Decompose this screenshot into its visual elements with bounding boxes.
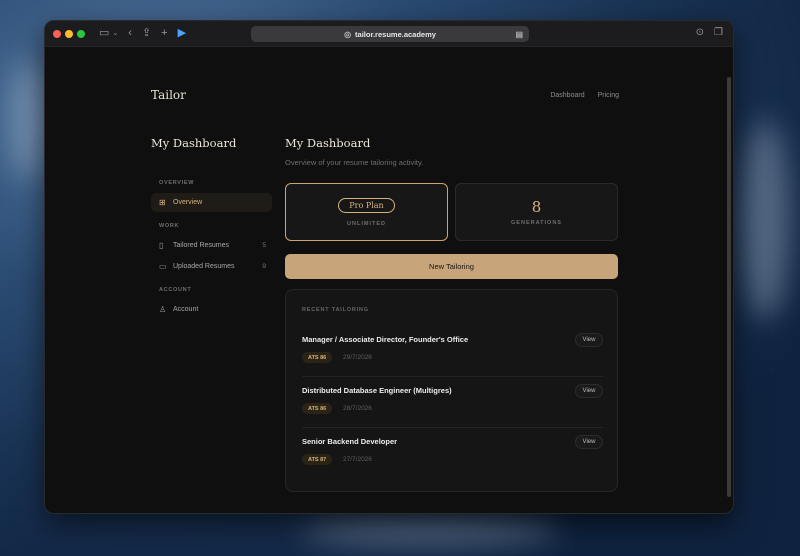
page-content: Tailor Dashboard Pricing My Dashboard OV… xyxy=(45,47,733,513)
scrollbar[interactable] xyxy=(727,77,731,497)
sidebar-item-label: Uploaded Resumes xyxy=(173,263,235,270)
view-button[interactable]: View xyxy=(575,435,603,449)
generations-card: 8 GENERATIONS xyxy=(455,183,618,241)
view-button[interactable]: View xyxy=(575,384,603,398)
document-icon: ▯ xyxy=(159,240,164,250)
section-label-account: ACCOUNT xyxy=(159,287,192,293)
sidebar-item-label: Overview xyxy=(173,199,203,206)
list-item: Senior Backend Developer ATS 87 27/7/202… xyxy=(302,432,603,480)
sidebar-item-overview[interactable]: ⊞ Overview xyxy=(151,193,272,212)
browser-toolbar: ▭ ⌄ ‹ ⇪ + ▶ ◎ tailor.resume.academy ▤ ⊙ … xyxy=(45,21,733,47)
list-item: Manager / Associate Director, Founder's … xyxy=(302,330,603,378)
sidebar-item-account[interactable]: ♙ Account xyxy=(151,300,272,319)
new-tab-icon[interactable]: + xyxy=(161,28,167,39)
plan-label: UNLIMITED xyxy=(347,220,386,227)
ats-badge: ATS 87 xyxy=(302,454,333,465)
share-icon[interactable]: ⇪ xyxy=(142,28,151,39)
tabs-overview-icon[interactable]: ❐ xyxy=(714,27,723,38)
generations-count: 8 xyxy=(531,198,542,216)
user-icon: ♙ xyxy=(159,304,167,314)
item-count: 5 xyxy=(262,242,266,249)
folder-icon: ▭ xyxy=(159,261,167,271)
chevron-down-icon[interactable]: ⌄ xyxy=(112,30,118,37)
generations-label: GENERATIONS xyxy=(511,220,562,226)
extension-icon[interactable]: ▶ xyxy=(178,28,186,39)
page-title: My Dashboard xyxy=(285,136,371,150)
download-icon[interactable]: ⊙ xyxy=(696,27,704,38)
job-title: Senior Backend Developer xyxy=(302,437,398,446)
date-label: 27/7/2026 xyxy=(343,456,372,463)
sidebar-title: My Dashboard xyxy=(151,136,237,150)
top-nav: Dashboard Pricing xyxy=(550,92,619,99)
divider xyxy=(302,427,603,428)
sidebar-item-label: Account xyxy=(173,306,199,313)
item-count: 9 xyxy=(262,263,266,270)
reader-icon[interactable]: ▤ xyxy=(515,30,523,39)
close-window-button[interactable] xyxy=(53,29,61,38)
browser-window: ▭ ⌄ ‹ ⇪ + ▶ ◎ tailor.resume.academy ▤ ⊙ … xyxy=(44,20,734,514)
maximize-window-button[interactable] xyxy=(77,29,85,38)
grid-icon: ⊞ xyxy=(159,197,166,207)
recent-tailoring-panel: RECENT TAILORING Manager / Associate Dir… xyxy=(285,289,618,492)
new-tailoring-button[interactable]: New Tailoring xyxy=(285,254,618,279)
ats-badge: ATS 86 xyxy=(302,352,333,363)
recent-tailoring-label: RECENT TAILORING xyxy=(302,307,369,313)
address-bar-url: tailor.resume.academy xyxy=(355,29,436,39)
sidebar-item-tailored-resumes[interactable]: ▯ Tailored Resumes 5 xyxy=(151,236,272,255)
sidebar-item-uploaded-resumes[interactable]: ▭ Uploaded Resumes 9 xyxy=(151,257,272,276)
divider xyxy=(302,376,603,377)
job-title: Distributed Database Engineer (Multigres… xyxy=(302,386,452,395)
back-icon[interactable]: ‹ xyxy=(128,28,132,39)
list-item: Distributed Database Engineer (Multigres… xyxy=(302,381,603,429)
sidebar-item-label: Tailored Resumes xyxy=(173,242,230,249)
globe-icon: ◎ xyxy=(344,29,352,39)
date-label: 29/7/2026 xyxy=(343,354,372,361)
ats-badge: ATS 86 xyxy=(302,403,333,414)
brand-logo[interactable]: Tailor xyxy=(151,88,186,102)
page-subtitle: Overview of your resume tailoring activi… xyxy=(285,158,424,167)
section-label-overview: OVERVIEW xyxy=(159,180,195,186)
job-title: Manager / Associate Director, Founder's … xyxy=(302,335,469,344)
view-button[interactable]: View xyxy=(575,333,603,347)
nav-pricing-link[interactable]: Pricing xyxy=(598,92,619,99)
nav-dashboard-link[interactable]: Dashboard xyxy=(550,92,584,99)
address-bar[interactable]: ◎ tailor.resume.academy ▤ xyxy=(251,26,529,42)
plan-pill: Pro Plan xyxy=(338,197,395,213)
plan-card: Pro Plan UNLIMITED xyxy=(285,183,448,241)
sidebar-toggle-icon[interactable]: ▭ xyxy=(99,28,109,39)
section-label-work: WORK xyxy=(159,223,180,229)
minimize-window-button[interactable] xyxy=(65,29,73,38)
date-label: 28/7/2026 xyxy=(343,405,372,412)
